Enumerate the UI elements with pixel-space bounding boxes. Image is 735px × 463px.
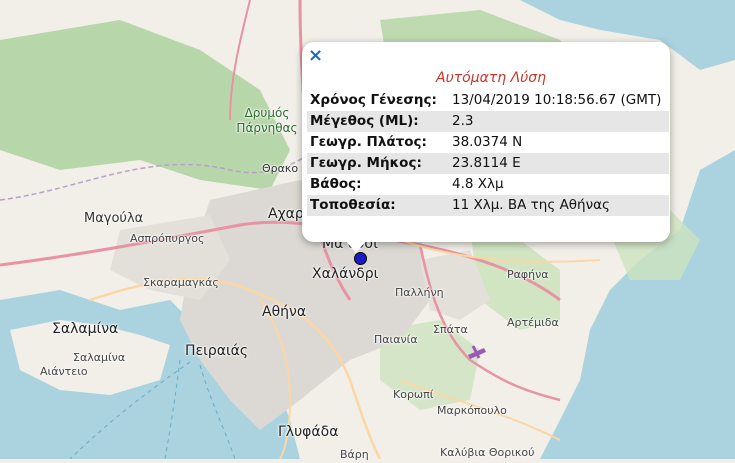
label-rafina: Ραφήνα [507,268,549,281]
label-chalandri: Χαλάνδρι [312,266,379,282]
value-origin-time: 13/04/2019 10:18:56.67 (GMT) [452,92,662,108]
label-longitude: Γεωγρ. Μήκος: [307,153,449,174]
earthquake-info-popup: × Αυτόματη Λύση Χρόνος Γένεσης: 13/04/20… [302,42,670,253]
label-vari: Βάρη [340,448,369,461]
label-pallini: Παλλήνη [395,286,444,299]
value-depth: 4.8 Χλμ [452,176,504,192]
label-parnitha: Δρυμός Πάρνηθας [236,106,298,135]
label-salamina-1: Σαλαμίνα [52,321,119,337]
label-skaramangas: Σκαραμαγκάς [143,276,219,289]
value-magnitude: 2.3 [449,111,669,132]
earthquake-details-table: Χρόνος Γένεσης: 13/04/2019 10:18:56.67 (… [307,90,669,216]
label-aspropyrgos: Ασπρόπυργος [130,232,205,245]
label-peiraias: Πειραιάς [185,343,249,359]
value-location: 11 Χλμ. ΒΑ της Αθήνας [449,195,669,216]
value-longitude: 23.8114 E [449,153,669,174]
label-athina: Αθήνα [262,304,307,320]
label-acharnes: Αχαρ [268,206,304,222]
label-artemida: Αρτέμιδα [507,316,559,329]
label-paiania: Παιανία [374,333,418,346]
row-latitude: Γεωγρ. Πλάτος: 38.0374 N [307,132,669,153]
label-markopoulo: Μαρκόπουλο [437,404,507,417]
close-icon[interactable]: × [308,46,323,66]
popup-tip [346,241,366,253]
row-magnitude: Μέγεθος (ML): 2.3 [307,111,669,132]
label-magoula: Μαγούλα [84,211,144,226]
label-salamina-2: Σαλαμίνα [73,351,126,364]
label-koropi: Κορωπί [393,388,434,401]
label-aianteio: Αιάντειο [40,365,88,378]
earthquake-marker[interactable] [354,252,367,265]
row-location: Τοποθεσία: 11 Χλμ. ΒΑ της Αθήνας [307,195,669,216]
row-depth: Βάθος: 4.8 Χλμ [307,174,669,195]
label-depth: Βάθος: [310,176,362,192]
value-latitude: 38.0374 N [452,134,523,150]
row-origin-time: Χρόνος Γένεσης: 13/04/2019 10:18:56.67 (… [307,90,669,111]
label-glyfada: Γλυφάδα [278,424,339,440]
label-spata: Σπάτα [433,323,468,336]
label-latitude: Γεωγρ. Πλάτος: [310,134,427,150]
label-origin-time: Χρόνος Γένεσης: [310,92,437,108]
label-location: Τοποθεσία: [307,195,449,216]
label-kalyvia: Καλύβια Θορικού [440,446,535,459]
label-thrako: Θρακο [262,162,299,175]
popup-title: Αυτόματη Λύση [436,70,546,86]
label-magnitude: Μέγεθος (ML): [307,111,449,132]
row-longitude: Γεωγρ. Μήκος: 23.8114 E [307,153,669,174]
